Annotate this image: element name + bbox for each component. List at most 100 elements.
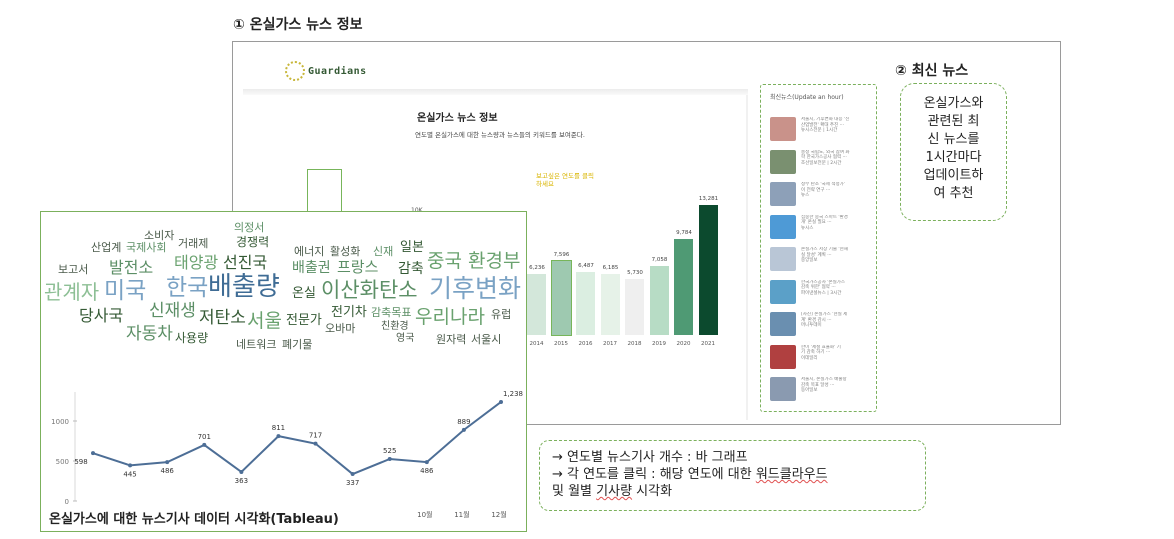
news-text[interactable]: [사진] 온실가스 '현실 세 계' 환경 감시 ··· 머니투데이 [801,312,847,339]
data-point [313,441,318,446]
news-text[interactable]: 집중한 중국 스마트 '환경 개' 온실 필요 ··· 뉴시스 [801,215,848,242]
news-line: 서울시, 온실가스 배출량 [801,377,847,382]
word-cloud-word[interactable]: 네트워크 [236,339,276,350]
news-text[interactable]: 정부 탄소 '국제 적정가' 이 전략 연구 ··· 뉴스 [801,182,845,209]
word-cloud-word[interactable]: 프랑스 [337,260,378,275]
news-line: 학 한국가스공사 협력 ··· [801,155,847,161]
news-text[interactable]: 온실가스 저장 기술 '현재 실 달성' 계획 ··· 중앙일보 [801,247,848,274]
news-thumbnail[interactable] [770,214,796,239]
news-text[interactable]: 서울시, 기후변화 대응 '신 산업발전' 확대 추진 ··· 뉴시스전문 | 1시… [801,117,849,144]
word-cloud-word[interactable]: 선진국 [223,255,267,271]
latest-description-line: 관련된 최 [927,114,980,129]
news-text[interactable]: 한국가스공사 '온실가스 감축 위한' 협약 ··· 파이낸셜뉴스 | 3시간 [801,280,845,307]
word-cloud-word[interactable]: 태양광 [174,255,218,271]
word-cloud-word[interactable]: 국제사회 [126,242,166,253]
word-cloud-word[interactable]: 의정서 [234,222,264,233]
word-cloud-word[interactable]: 신재생 [149,303,196,320]
word-cloud-word[interactable]: 폐기물 [282,339,312,350]
news-item[interactable]: 온실가스 저장 기술 '현재 실 달성' 계획 ··· 중앙일보 [770,247,870,274]
bar-2017[interactable]: 6,185 [600,265,620,335]
word-cloud-word[interactable]: 활성화 [330,246,360,257]
data-label: 811 [272,424,285,432]
news-text[interactable]: 한미 '제철 효율화' 기기 감축 하기 ··· 이데일리 [801,345,841,372]
word-cloud-word[interactable]: 감축 [398,262,424,276]
news-thumbnail[interactable] [770,377,796,401]
news-text[interactable]: 충청 국립노, 외국 참여 화학 한국가스공사 협력 ··· 조선일보전문 | 2… [801,150,850,177]
word-cloud-word[interactable]: 경쟁력 [236,236,269,248]
news-item[interactable]: 한국가스공사 '온실가스 감축 위한' 협약 ··· 파이낸셜뉴스 | 3시간 [770,279,870,307]
word-cloud-word[interactable]: 온실 [292,287,316,300]
latest-news-panel: 최신뉴스(Update an hour) 서울시, 기후변화 대응 '신 산업발전… [760,84,877,412]
news-item[interactable]: 집중한 중국 스마트 '환경 개' 온실 필요 ··· 뉴시스 [770,214,870,242]
latest-description-line: 여 추천 [933,186,974,201]
latest-description-line: 온실가스와 [923,96,984,111]
news-thumbnail[interactable] [770,117,796,141]
word-cloud-word[interactable]: 미국 [104,280,146,303]
news-item[interactable]: 충청 국립노, 외국 참여 화학 한국가스공사 협력 ··· 조선일보전문 | 2… [770,149,870,177]
section-title: ① 온실가스 뉴스 정보 [233,17,363,33]
news-thumbnail[interactable] [770,247,796,271]
news-thumbnail[interactable] [770,344,796,369]
logo-text: Guardians [308,65,367,77]
word-cloud-word[interactable]: 서울시 [471,334,501,345]
news-line: 중앙일보 [801,258,818,264]
news-thumbnail[interactable] [770,312,796,336]
news-line: [사진] 온실가스 '현실 세 [801,312,848,317]
bar-2015[interactable]: 7,596 [550,252,572,337]
bar-2019[interactable]: 7,058 [649,257,669,335]
word-cloud-word[interactable]: 당사국 [79,308,123,324]
bar-year-label: 2021 [701,341,715,347]
news-item[interactable]: 서울시, 온실가스 배출량 감축 목표 달성 ··· 동아일보 [770,377,870,404]
bar-value-label: 13,281 [698,196,719,202]
word-cloud-word[interactable]: 전문가 [286,314,322,327]
word-cloud-word[interactable]: 서울 [247,312,282,331]
news-text[interactable]: 서울시, 온실가스 배출량 감축 목표 달성 ··· 동아일보 [801,377,847,404]
word-cloud-word[interactable]: 저탄소 [199,310,246,327]
word-cloud-word[interactable]: 보고서 [58,264,88,275]
news-item[interactable]: 한미 '제철 효율화' 기기 감축 하기 ··· 이데일리 [770,344,870,372]
bar-2021[interactable]: 13,281 [698,196,718,335]
word-cloud-word[interactable]: 중국 [427,252,462,271]
word-cloud-word[interactable]: 오바마 [325,323,355,334]
word-cloud-word[interactable]: 환경부 [468,252,520,271]
news-item[interactable]: [사진] 온실가스 '현실 세 계' 환경 감시 ··· 머니투데이 [770,312,870,339]
x-tick-label: 10월 [417,510,432,519]
news-item[interactable]: 서울시, 기후변화 대응 '신 산업발전' 확대 추진 ··· 뉴시스전문 | 1시… [770,117,870,144]
word-cloud-word[interactable]: 일본 [400,241,424,254]
data-point [91,451,95,456]
news-thumbnail[interactable] [770,149,796,174]
bar-2014[interactable]: 6,236 [527,265,546,335]
data-point [461,427,466,432]
news-thumbnail[interactable] [770,182,796,206]
word-cloud-word[interactable]: 사용량 [175,332,208,344]
word-cloud-word[interactable]: 신재 [373,246,393,257]
news-thumbnail[interactable] [770,279,796,304]
word-cloud-word[interactable]: 전기차 [331,306,367,319]
bar-2020[interactable]: 9,784 [674,230,693,335]
bar-2018[interactable]: 5,730 [625,270,644,335]
word-cloud-word[interactable]: 우리나라 [415,308,485,327]
word-cloud-word[interactable]: 친환경 [381,322,409,332]
word-cloud-word[interactable]: 한국 [166,277,208,300]
word-cloud-word[interactable]: 기후변화 [429,276,521,301]
x-tick-label: 12월 [491,510,506,519]
word-cloud-word[interactable]: 영국 [396,334,414,344]
word-cloud-word[interactable]: 감축목표 [371,307,411,318]
word-cloud-word[interactable]: 배출권 [292,261,331,275]
word-cloud-word[interactable]: 관계자 [44,282,99,302]
app-logo[interactable]: Guardians [285,60,367,82]
word-cloud-word[interactable]: 발전소 [109,260,153,276]
bar-2016[interactable]: 6,487 [576,263,595,335]
word-cloud-word[interactable]: 거래제 [178,238,208,249]
word-cloud-word[interactable]: 산업계 [91,242,121,253]
word-cloud-word[interactable]: 유럽 [491,309,511,320]
news-item[interactable]: 정부 탄소 '국제 적정가' 이 전략 연구 ··· 뉴스 [770,182,870,209]
word-cloud-word[interactable]: 이산화탄소 [321,280,418,301]
word-cloud-word[interactable]: 배출량 [208,274,280,300]
news-line: 서울시, 기후변화 대응 '신 [801,117,850,122]
word-cloud-word[interactable]: 에너지 [294,246,324,257]
word-cloud-word[interactable]: 소비자 [144,230,174,241]
word-cloud-word[interactable]: 원자력 [436,334,466,345]
word-cloud-word[interactable]: 자동차 [126,326,173,343]
data-point [239,469,244,474]
